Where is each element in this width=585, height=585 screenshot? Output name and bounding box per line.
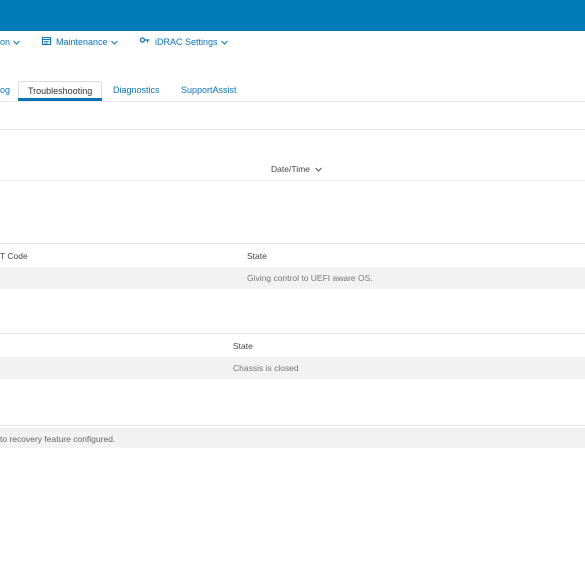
divider — [0, 425, 585, 426]
tab-log[interactable]: og — [0, 85, 10, 95]
divider — [0, 180, 585, 181]
chevron-down-icon — [110, 39, 118, 46]
divider — [0, 129, 585, 130]
active-tab-indicator — [18, 98, 102, 101]
divider — [0, 243, 585, 244]
nav-item-configuration[interactable]: on — [0, 37, 20, 47]
post-code-column-header: T Code — [0, 251, 28, 261]
nav-item-idrac-settings[interactable]: iDRAC Settings — [139, 37, 228, 47]
maintenance-icon — [42, 37, 51, 47]
intrusion-state-column-header: State — [233, 341, 253, 351]
nav-item-label: Maintenance — [56, 37, 108, 47]
nav-item-label: iDRAC Settings — [155, 37, 218, 47]
nav-item-label: on — [0, 37, 11, 47]
post-state-value: Giving control to UEFI aware OS. — [247, 273, 373, 283]
main-nav-bar: on Maintenance iDRAC Settings — [0, 31, 585, 56]
intrusion-state-value: Chassis is closed — [233, 363, 299, 373]
post-state-column-header: State — [247, 251, 267, 261]
tab-supportassist[interactable]: SupportAssist — [181, 85, 237, 95]
nav-item-maintenance[interactable]: Maintenance — [42, 37, 118, 47]
top-header-bar — [0, 0, 585, 31]
datetime-column-header[interactable]: Date/Time — [271, 164, 323, 174]
divider — [0, 333, 585, 334]
chevron-down-icon — [13, 39, 20, 46]
tab-diagnostics[interactable]: Diagnostics — [113, 85, 160, 95]
datetime-header-label: Date/Time — [271, 164, 310, 174]
key-settings-icon — [139, 37, 150, 47]
chevron-down-icon — [220, 39, 228, 46]
chevron-down-icon — [315, 166, 323, 173]
sub-tab-bar: og Troubleshooting Diagnostics SupportAs… — [0, 55, 585, 102]
recovery-message: to recovery feature configured. — [0, 434, 116, 444]
